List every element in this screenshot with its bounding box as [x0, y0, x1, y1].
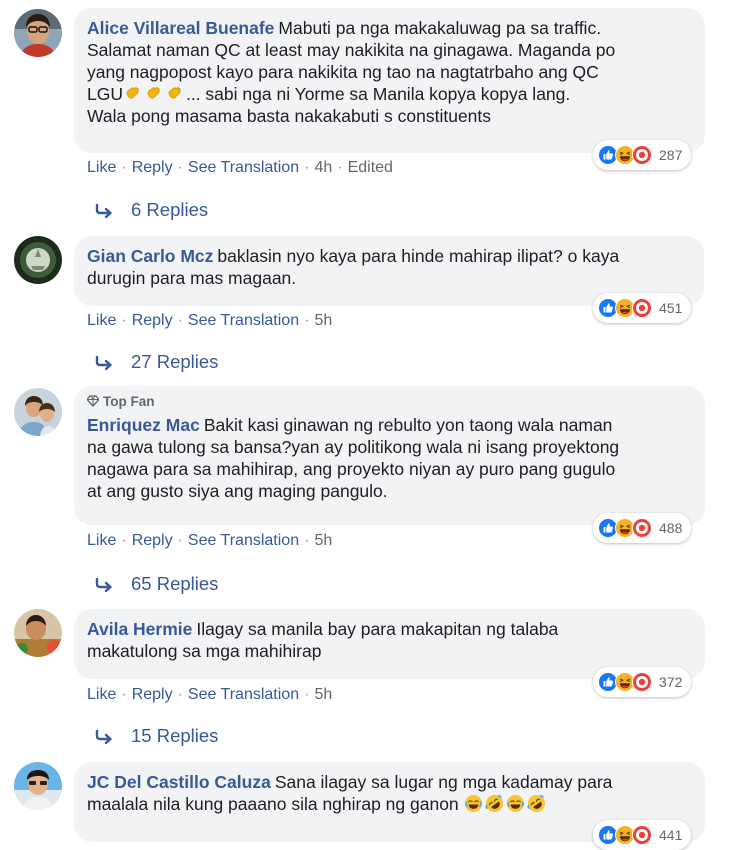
comment-timestamp[interactable]: 4h: [314, 159, 332, 176]
comment-author[interactable]: Avila Hermie: [87, 619, 192, 639]
reaction-count: 488: [659, 520, 683, 536]
separator: ·: [121, 686, 127, 703]
comment-timestamp[interactable]: 5h: [314, 686, 332, 703]
separator: ·: [177, 159, 183, 176]
joy-emoji-icon: [464, 794, 483, 813]
reaction-summary[interactable]: 451: [593, 293, 692, 323]
avatar[interactable]: [14, 9, 62, 57]
separator: ·: [121, 159, 127, 176]
see-translation-link[interactable]: See Translation: [188, 686, 299, 703]
reply-link[interactable]: Reply: [132, 686, 173, 703]
reply-arrow-icon: [95, 578, 115, 592]
comment-bubble: Top Fan Enriquez Mac Bakit kasi ginawan n…: [74, 386, 705, 525]
reaction-summary[interactable]: 287: [593, 140, 692, 170]
comment-text: Bakit kasi ginawan ng rebulto yon taong …: [203, 415, 613, 435]
separator: ·: [177, 686, 183, 703]
comment-actions: Like · Reply · See Translation · 5h: [87, 311, 332, 331]
avatar[interactable]: [14, 609, 62, 657]
comment-text: yang nagpopost kayo para nakikita ng tao…: [87, 62, 599, 82]
comment-author[interactable]: Gian Carlo Mcz: [87, 246, 213, 266]
comment-text: Salamat naman QC at least may nakikita n…: [87, 40, 616, 60]
diamond-icon: [87, 395, 99, 407]
avatar[interactable]: [14, 236, 62, 284]
reply-link[interactable]: Reply: [132, 159, 173, 176]
comment-text: at ang gusto siya ang maging pangulo.: [87, 481, 388, 501]
avatar[interactable]: [14, 762, 62, 810]
comment-text: baklasin nyo kaya para hinde mahirap ili…: [217, 246, 620, 266]
rofl-emoji-icon: [485, 794, 504, 813]
comment-text: LGU: [87, 84, 123, 104]
rofl-emoji-icon: [527, 794, 546, 813]
reply-link[interactable]: Reply: [132, 312, 173, 329]
comment-bubble: Alice Villareal Buenafe Mabuti pa nga mak…: [74, 8, 705, 153]
comment-actions: Like · Reply · See Translation · 5h: [87, 531, 332, 551]
comment-timestamp[interactable]: 5h: [314, 532, 332, 549]
view-replies-link[interactable]: 65 Replies: [95, 573, 218, 595]
comment-text: Wala pong masama basta nakakabuti s cons…: [87, 106, 492, 126]
joy-emoji-icon: [506, 794, 525, 813]
reply-arrow-icon: [95, 356, 115, 370]
top-fan-badge: Top Fan: [87, 394, 691, 410]
like-link[interactable]: Like: [87, 312, 116, 329]
view-replies-link[interactable]: 15 Replies: [95, 725, 218, 747]
reaction-count: 287: [659, 147, 683, 163]
like-link[interactable]: Like: [87, 686, 116, 703]
separator: ·: [177, 312, 183, 329]
comment-author[interactable]: Alice Villareal Buenafe: [87, 18, 274, 38]
see-translation-link[interactable]: See Translation: [188, 312, 299, 329]
separator: ·: [121, 312, 127, 329]
comment-author[interactable]: Enriquez Mac: [87, 415, 200, 435]
separator: ·: [121, 532, 127, 549]
separator: ·: [304, 312, 310, 329]
comment-actions: Like · Reply · See Translation · 5h: [87, 685, 332, 705]
view-replies-link[interactable]: 27 Replies: [95, 351, 218, 373]
edited-label[interactable]: Edited: [348, 159, 393, 176]
replies-count-label[interactable]: 65 Replies: [131, 573, 218, 594]
angry-reaction-icon: [632, 298, 652, 318]
reply-link[interactable]: Reply: [132, 532, 173, 549]
clap-emoji-icon: [144, 84, 163, 103]
comment-text: Mabuti pa nga makakaluwag pa sa traffic.: [278, 18, 602, 38]
like-link[interactable]: Like: [87, 159, 116, 176]
comment-timestamp[interactable]: 5h: [314, 312, 332, 329]
comment-text: durugin para mas magaan.: [87, 268, 297, 288]
replies-count-label[interactable]: 6 Replies: [131, 199, 208, 220]
reaction-count: 441: [659, 827, 683, 843]
reaction-summary[interactable]: 488: [593, 513, 692, 543]
separator: ·: [304, 686, 310, 703]
comment-text: maalala nila kung paaano sila nghirap ng…: [87, 794, 459, 814]
badge-label: Top Fan: [103, 394, 155, 409]
reaction-count: 451: [659, 300, 683, 316]
see-translation-link[interactable]: See Translation: [188, 532, 299, 549]
angry-reaction-icon: [632, 145, 652, 165]
like-link[interactable]: Like: [87, 532, 116, 549]
comment-text: na gawa tulong sa bansa?yan ay politikon…: [87, 437, 620, 457]
comment-text: makatulong sa mga mahihirap: [87, 641, 322, 661]
clap-emoji-icon: [165, 84, 184, 103]
comment-text: ... sabi nga ni Yorme sa Manila kopya ko…: [185, 84, 571, 104]
comment-text: nagawa para sa mahihirap, ang proyekto n…: [87, 459, 616, 479]
comment-text: Ilagay sa manila bay para makapitan ng t…: [196, 619, 559, 639]
reaction-summary[interactable]: 441: [593, 820, 692, 850]
replies-count-label[interactable]: 15 Replies: [131, 725, 218, 746]
avatar[interactable]: [14, 388, 62, 436]
reaction-count: 372: [659, 674, 683, 690]
separator: ·: [304, 532, 310, 549]
separator: ·: [337, 159, 343, 176]
comment-author[interactable]: JC Del Castillo Caluza: [87, 772, 271, 792]
clap-emoji-icon: [123, 84, 142, 103]
angry-reaction-icon: [632, 672, 652, 692]
view-replies-link[interactable]: 6 Replies: [95, 199, 208, 221]
angry-reaction-icon: [632, 825, 652, 845]
replies-count-label[interactable]: 27 Replies: [131, 351, 218, 372]
separator: ·: [177, 532, 183, 549]
reaction-summary[interactable]: 372: [593, 667, 692, 697]
reply-arrow-icon: [95, 204, 115, 218]
see-translation-link[interactable]: See Translation: [188, 159, 299, 176]
comment-actions: Like · Reply · See Translation · 4h · Edited: [87, 158, 393, 178]
comment-text: Sana ilagay sa lugar ng mga kadamay para: [274, 772, 613, 792]
separator: ·: [304, 159, 310, 176]
angry-reaction-icon: [632, 518, 652, 538]
reply-arrow-icon: [95, 730, 115, 744]
